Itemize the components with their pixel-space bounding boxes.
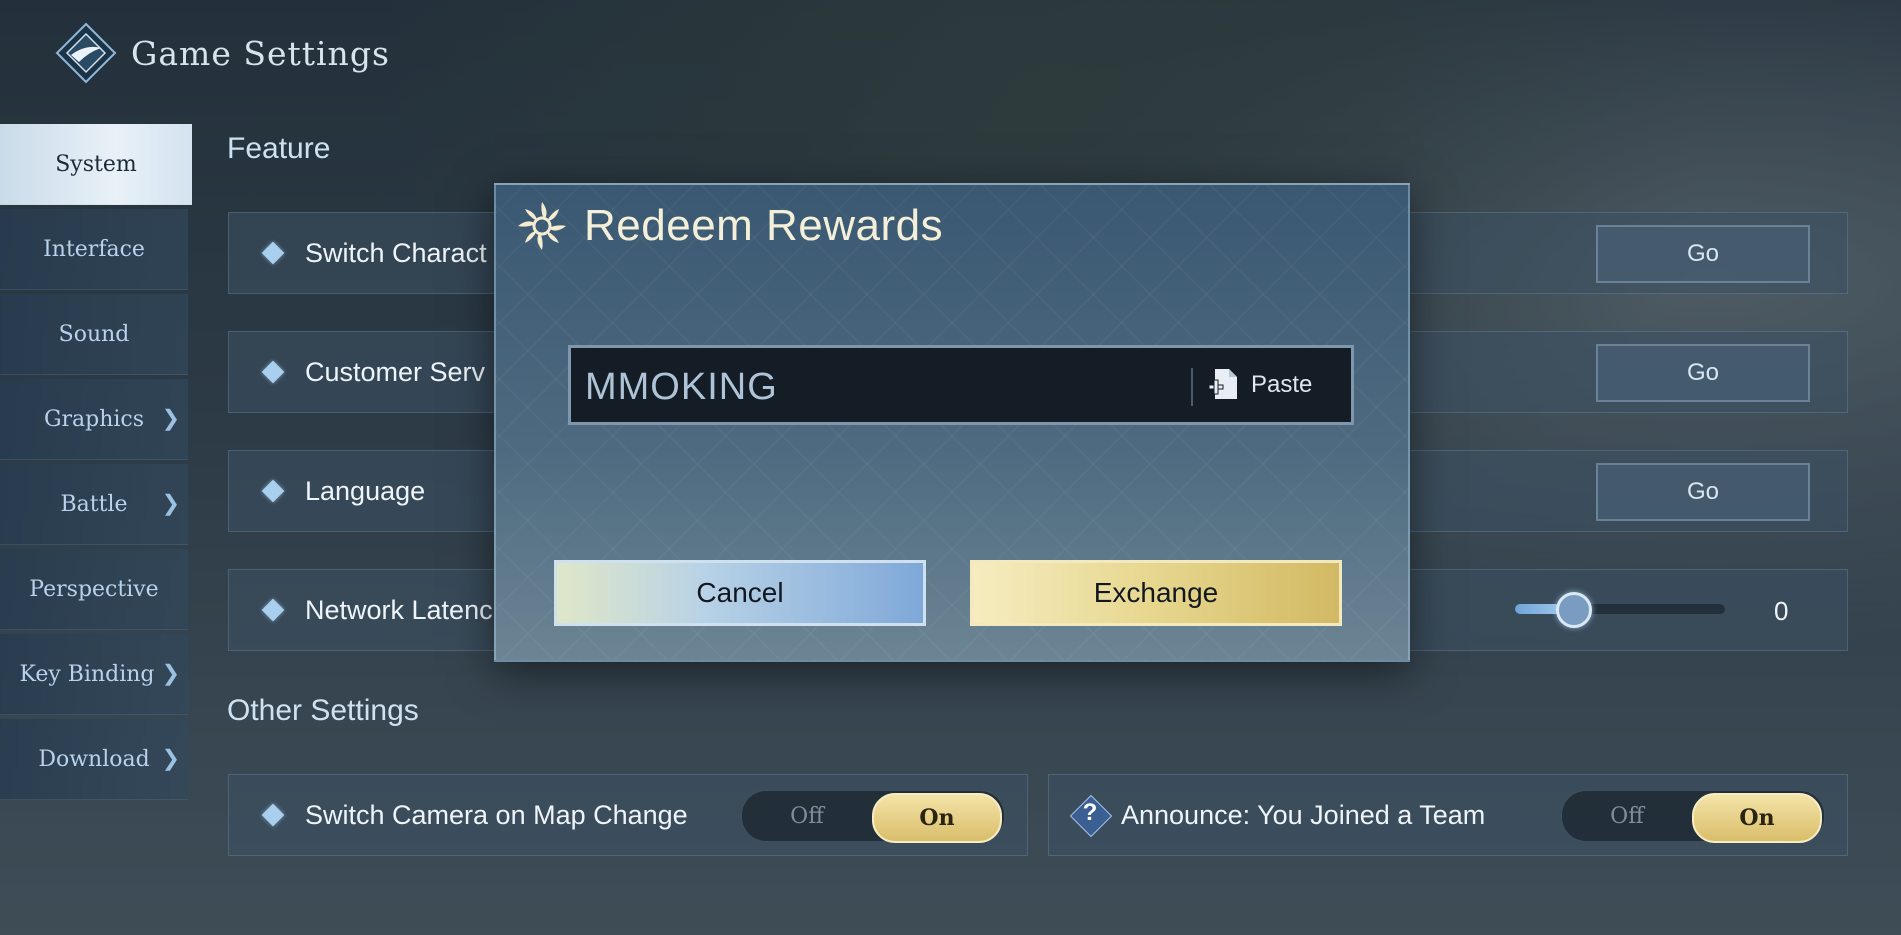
sidebar-item-download[interactable]: Download ❯ <box>0 719 188 800</box>
sidebar-item-label: Sound <box>58 321 130 347</box>
setting-label: Network Latenc <box>305 594 493 625</box>
toggle-on-option[interactable]: On <box>1692 793 1822 843</box>
sidebar-item-key-binding[interactable]: Key Binding ❯ <box>0 634 188 715</box>
diamond-bullet-icon <box>261 479 285 503</box>
toggle-off-option[interactable]: Off <box>1562 791 1692 841</box>
sidebar-item-interface[interactable]: Interface <box>0 209 188 290</box>
sidebar-item-label: System <box>55 151 137 177</box>
section-title-feature: Feature <box>227 132 331 165</box>
toggle-on-option[interactable]: On <box>872 793 1002 843</box>
game-logo-icon <box>55 22 117 84</box>
sidebar-item-battle[interactable]: Battle ❯ <box>0 464 188 545</box>
diamond-bullet-icon <box>261 241 285 265</box>
chevron-right-icon: ❯ <box>161 661 180 687</box>
paste-icon <box>1208 369 1237 399</box>
latency-slider-handle[interactable] <box>1555 592 1592 628</box>
sidebar-item-sound[interactable]: Sound <box>0 294 188 375</box>
setting-label: Announce: You Joined a Team <box>1121 799 1486 830</box>
sidebar-item-graphics[interactable]: Graphics ❯ <box>0 379 188 460</box>
sidebar-item-label: Interface <box>43 236 145 262</box>
sidebar-item-system[interactable]: System <box>0 124 192 205</box>
help-icon[interactable]: ? <box>1069 794 1113 838</box>
go-button[interactable]: Go <box>1596 463 1810 521</box>
sidebar-item-label: Perspective <box>29 576 159 602</box>
setting-row-announce-team: ? Announce: You Joined a Team Off On <box>1048 774 1848 856</box>
go-button[interactable]: Go <box>1596 225 1810 283</box>
settings-sidebar: System Interface Sound Graphics ❯ Battle… <box>0 124 192 804</box>
setting-row-switch-camera: Switch Camera on Map Change Off On <box>228 774 1028 856</box>
toggle-off-option[interactable]: Off <box>742 791 872 841</box>
diamond-bullet-icon <box>261 803 285 827</box>
dialog-header: Redeem Rewards <box>496 185 1408 267</box>
redeem-rewards-dialog: Redeem Rewards MMOKING Paste Cancel Exch… <box>494 183 1410 662</box>
reward-emblem-icon <box>514 198 570 254</box>
cancel-button[interactable]: Cancel <box>554 560 926 626</box>
page-title: Game Settings <box>131 33 390 73</box>
paste-label: Paste <box>1251 371 1313 398</box>
redeem-code-input[interactable]: MMOKING Paste <box>568 345 1354 425</box>
redeem-code-value: MMOKING <box>585 366 778 408</box>
section-title-other-settings: Other Settings <box>227 694 419 727</box>
latency-value: 0 <box>1774 596 1789 626</box>
chevron-right-icon: ❯ <box>161 491 180 517</box>
paste-divider <box>1191 368 1193 406</box>
dialog-title: Redeem Rewards <box>584 201 944 250</box>
settings-header: Game Settings <box>55 18 390 88</box>
paste-button[interactable]: Paste <box>1207 360 1347 410</box>
setting-label: Switch Camera on Map Change <box>305 799 688 830</box>
setting-label: Language <box>305 475 426 506</box>
sidebar-item-label: Download <box>38 746 150 772</box>
sidebar-item-label: Graphics <box>43 406 145 432</box>
announce-team-toggle[interactable]: Off On <box>1561 790 1825 843</box>
sidebar-item-label: Key Binding <box>19 661 155 687</box>
sidebar-item-perspective[interactable]: Perspective <box>0 549 188 630</box>
exchange-button[interactable]: Exchange <box>970 560 1342 626</box>
chevron-right-icon: ❯ <box>161 746 180 772</box>
sidebar-item-label: Battle <box>60 491 128 517</box>
go-button[interactable]: Go <box>1596 344 1810 402</box>
chevron-right-icon: ❯ <box>161 406 180 432</box>
switch-camera-toggle[interactable]: Off On <box>741 790 1005 843</box>
setting-label: Switch Charact <box>305 237 487 268</box>
diamond-bullet-icon <box>261 598 285 622</box>
setting-label: Customer Serv <box>305 356 486 387</box>
diamond-bullet-icon <box>261 360 285 384</box>
